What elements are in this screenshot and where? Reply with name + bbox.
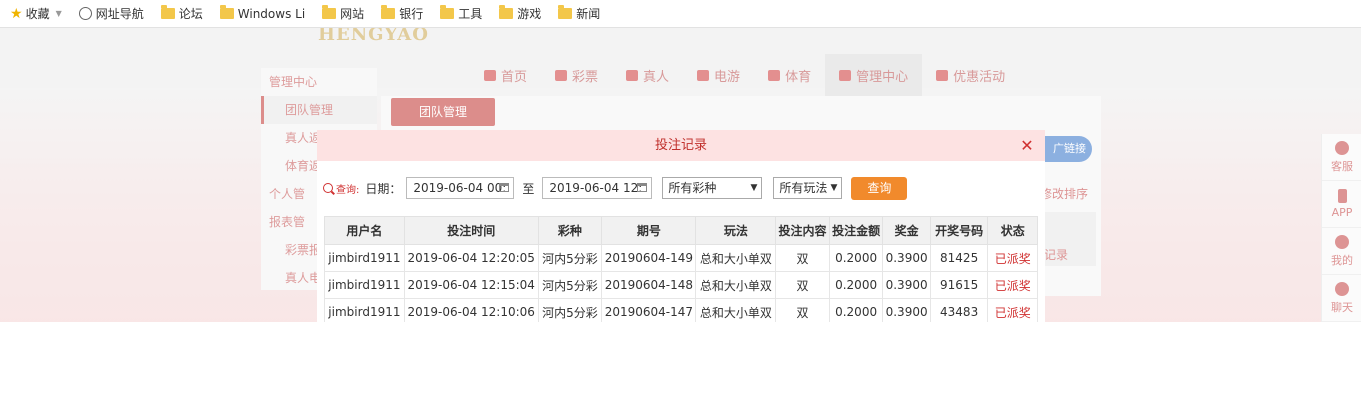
lottery-select[interactable]: 所有彩种: [662, 177, 763, 199]
table-row: jimbird1911 2019-06-04 12:15:04 河内5分彩 20…: [324, 271, 1038, 299]
cell-issue: 20190604-148: [601, 271, 697, 299]
cell-draw-number: 81425: [929, 244, 989, 272]
cell-play: 总和大小单双: [695, 244, 777, 272]
cell-play: 总和大小单双: [695, 271, 777, 299]
cell-draw-number: 91615: [929, 271, 989, 299]
to-label: 至: [522, 181, 535, 196]
cell-amount: 0.2000: [828, 298, 884, 322]
bet-record-modal: 投注记录 ✕ 查询: 日期： 2019-06-04 00: 至 2019-06-…: [317, 130, 1045, 322]
column-header: 彩种: [537, 216, 603, 245]
query-link-label: 查询:: [336, 184, 360, 196]
bookmark-nav[interactable]: 网址导航: [78, 5, 144, 22]
column-header: 开奖号码: [929, 216, 989, 245]
date-to-value: 2019-06-04 12:: [549, 181, 643, 195]
bookmark-folder[interactable]: 新闻: [558, 5, 600, 22]
cell-username: jimbird1911: [324, 244, 405, 272]
globe-icon: [78, 7, 92, 20]
folder-icon: [381, 5, 396, 19]
bookmark-folder[interactable]: 网站: [322, 5, 364, 22]
bookmark-label: 银行: [399, 7, 424, 21]
bookmark-favorites[interactable]: ★ 收藏 ▼: [10, 5, 62, 22]
folder-icon: [499, 5, 514, 19]
bookmark-label: 新闻: [576, 7, 601, 21]
cell-play: 总和大小单双: [695, 298, 777, 322]
folder-icon: [322, 5, 337, 19]
bookmark-label: 收藏: [25, 7, 50, 21]
bookmark-label: 论坛: [178, 7, 203, 21]
cell-lottery: 河内5分彩: [537, 298, 603, 322]
column-header: 期号: [601, 216, 697, 245]
date-from-value: 2019-06-04 00:: [413, 181, 507, 195]
bookmark-folder[interactable]: Windows Li: [219, 5, 306, 21]
cell-status: 已派奖: [987, 271, 1038, 299]
cell-lottery: 河内5分彩: [537, 244, 603, 272]
bookmark-folder[interactable]: 银行: [381, 5, 423, 22]
cell-issue: 20190604-149: [601, 244, 697, 272]
bookmark-folder[interactable]: 游戏: [499, 5, 541, 22]
bookmark-label: 网址导航: [95, 7, 144, 21]
table-row: jimbird1911 2019-06-04 12:10:06 河内5分彩 20…: [324, 298, 1038, 322]
cell-content: 双: [775, 244, 830, 272]
chevron-down-icon: ▼: [55, 9, 62, 18]
folder-icon: [440, 5, 455, 19]
cell-draw-number: 43483: [929, 298, 989, 322]
cell-prize: 0.3900: [882, 271, 931, 299]
calendar-icon[interactable]: [637, 183, 648, 192]
date-to-input[interactable]: 2019-06-04 12:: [542, 177, 653, 199]
cell-username: jimbird1911: [324, 298, 405, 322]
cell-content: 双: [775, 298, 830, 322]
cell-status: 已派奖: [987, 298, 1038, 322]
cell-bet-time: 2019-06-04 12:10:06: [403, 298, 539, 322]
cell-content: 双: [775, 271, 830, 299]
folder-icon: [219, 5, 234, 19]
table-row: jimbird1911 2019-06-04 12:20:05 河内5分彩 20…: [324, 244, 1038, 272]
play-select[interactable]: 所有玩法: [773, 177, 843, 199]
date-label: 日期：: [365, 181, 402, 196]
star-icon: ★: [10, 5, 23, 22]
search-icon: [323, 183, 333, 193]
modal-title: 投注记录: [654, 138, 707, 153]
table-header-row: 用户名 投注时间 彩种 期号 玩法 投注内容 投注金额 奖金 开奖号码 状态: [324, 216, 1038, 245]
column-header: 用户名: [324, 216, 405, 245]
date-from-input[interactable]: 2019-06-04 00:: [406, 177, 515, 199]
column-header: 玩法: [695, 216, 777, 245]
cell-status: 已派奖: [987, 244, 1038, 272]
bookmark-label: Windows Li: [237, 6, 306, 21]
lottery-select-value: 所有彩种: [668, 181, 717, 195]
bookmark-label: 网站: [340, 7, 365, 21]
bookmark-label: 工具: [458, 7, 483, 21]
cell-issue: 20190604-147: [601, 298, 697, 322]
modal-header: 投注记录 ✕: [317, 130, 1045, 161]
play-select-value: 所有玩法: [779, 181, 828, 195]
query-bar: 查询: 日期： 2019-06-04 00: 至 2019-06-04 12: …: [317, 176, 908, 200]
folder-icon: [558, 5, 573, 19]
cell-bet-time: 2019-06-04 12:20:05: [403, 244, 539, 272]
cell-amount: 0.2000: [828, 244, 884, 272]
folder-icon: [160, 5, 175, 19]
cell-username: jimbird1911: [324, 271, 405, 299]
column-header: 状态: [987, 216, 1038, 245]
cell-lottery: 河内5分彩: [537, 271, 603, 299]
cell-prize: 0.3900: [882, 298, 931, 322]
column-header: 投注内容: [775, 216, 830, 245]
cell-amount: 0.2000: [828, 271, 884, 299]
column-header: 投注金额: [828, 216, 884, 245]
column-header: 投注时间: [403, 216, 539, 245]
column-header: 奖金: [882, 216, 931, 245]
query-button[interactable]: 查询: [851, 176, 908, 200]
bookmark-folder[interactable]: 工具: [440, 5, 482, 22]
calendar-icon[interactable]: [499, 183, 510, 192]
bookmarks-bar: ★ 收藏 ▼ 网址导航 论坛 Windows Li 网站 银行 工具 游戏 新闻: [0, 0, 1361, 28]
bookmark-label: 游戏: [517, 7, 542, 21]
cell-bet-time: 2019-06-04 12:15:04: [403, 271, 539, 299]
bet-record-table: 用户名 投注时间 彩种 期号 玩法 投注内容 投注金额 奖金 开奖号码 状态 j…: [324, 216, 1038, 322]
close-icon[interactable]: ✕: [1017, 130, 1037, 161]
query-link[interactable]: 查询:: [323, 181, 359, 196]
cell-prize: 0.3900: [882, 244, 931, 272]
bookmark-folder[interactable]: 论坛: [160, 5, 203, 22]
